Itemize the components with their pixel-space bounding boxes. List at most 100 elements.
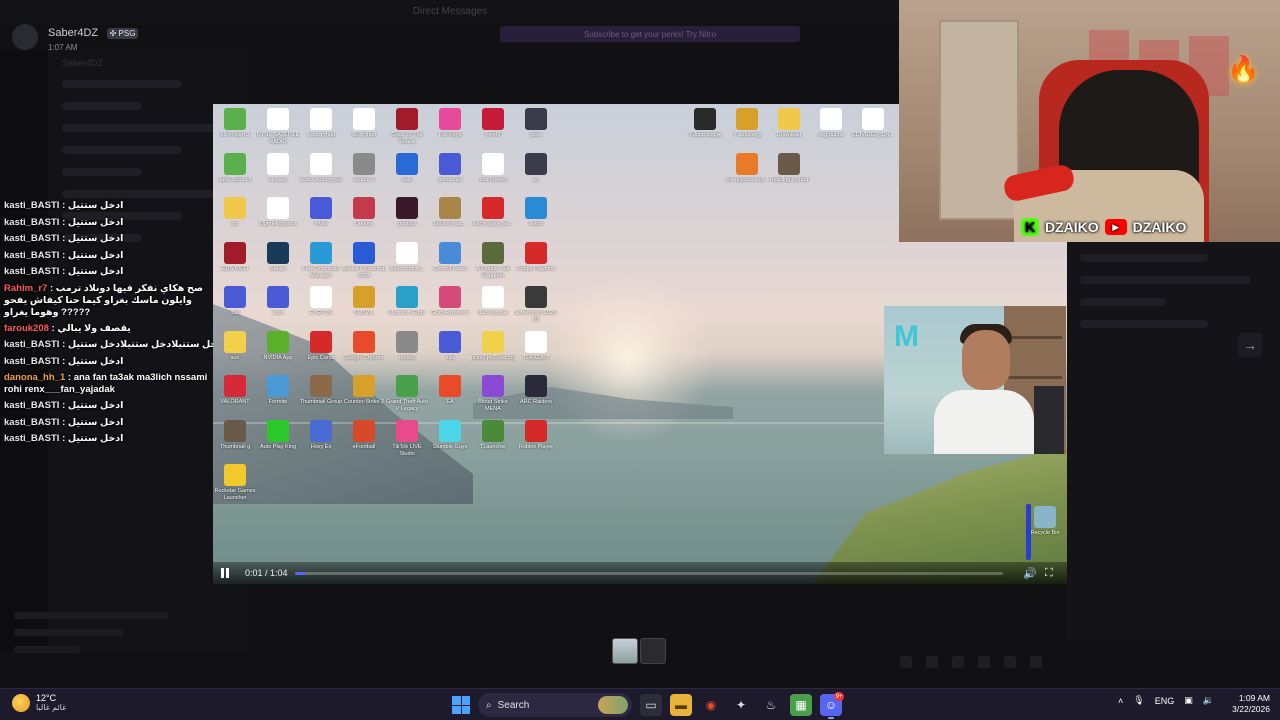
desktop-icon[interactable]: pcsx (514, 108, 558, 139)
desktop-icon[interactable]: Google Chrome (342, 330, 386, 362)
desktop-icon[interactable]: Roblox Player (514, 419, 558, 451)
desktop-icon[interactable]: Readlng.cryhud (767, 152, 811, 184)
desktop-icon[interactable]: A Plague Tale Requiem (471, 241, 515, 280)
desktop-icon[interactable]: advanced (428, 152, 472, 184)
desktop-icon[interactable]: NYNX SAVEFILE RADIO (256, 108, 300, 146)
desktop-icon[interactable]: zila (428, 330, 472, 362)
desktop-icon[interactable]: Y.dubs.dodge (683, 108, 727, 139)
desktop-icon[interactable]: 9k.sssy (256, 152, 300, 184)
desktop-icon[interactable]: Grab Anywhere (428, 286, 472, 317)
desktop-icon[interactable]: Y dubs.veg (725, 108, 769, 139)
chat-username[interactable]: kasti_BASTI (4, 233, 59, 244)
chat-username[interactable]: kasti_BASTI (4, 200, 59, 211)
task-view-icon[interactable]: ▭ (640, 694, 662, 716)
desktop-icon[interactable]: Gods Of The Forest (385, 108, 429, 146)
next-arrow-button[interactable]: → (1238, 333, 1262, 357)
desktop-icon[interactable]: Epic Cards (299, 330, 343, 362)
clock[interactable]: 1:09 AM 3/22/2026 (1222, 693, 1270, 715)
desktop-icon[interactable]: source 2 (342, 152, 386, 184)
desktop-icon[interactable]: Rockstar Games Launcher (213, 464, 257, 502)
volume-icon[interactable]: 🔊 (1023, 567, 1037, 580)
desktop-icon[interactable]: eFootball (342, 419, 386, 451)
desktop-icon[interactable]: videocraftcry... (385, 241, 429, 273)
desktop-icon[interactable]: VALORANT (213, 375, 257, 406)
desktop-icon[interactable]: Java Studio 5 (213, 152, 257, 184)
avatar[interactable] (12, 24, 38, 50)
speaker-icon[interactable]: 🔉 (1203, 695, 1214, 706)
desktop-icon[interactable]: obs.cryhud (471, 152, 515, 184)
chat-username[interactable]: kasti_BASTI (4, 339, 59, 350)
network-icon[interactable]: ▣ (1184, 695, 1193, 706)
file-explorer-icon[interactable]: ▬ (670, 694, 692, 716)
chat-username[interactable]: kasti_BASTI (4, 356, 59, 367)
desktop-icon[interactable]: EDIVIDEO_DN... (851, 108, 895, 139)
settings-app-icon[interactable]: ✦ (730, 694, 752, 716)
desktop-icon[interactable]: Thumbnail Group (299, 375, 343, 406)
desktop-icon[interactable]: FiveM (471, 108, 515, 139)
chat-username[interactable]: danona_hh_1 (4, 372, 65, 383)
start-icon[interactable] (452, 696, 470, 714)
desktop-icon[interactable]: x.txt.cryhud (299, 108, 343, 139)
desktop-icon[interactable]: pcsx2.ps2.hud.cryhud (471, 330, 515, 362)
language-indicator[interactable]: ENG (1155, 696, 1175, 706)
desktop-icon[interactable]: the ni3polo.hud... (725, 152, 769, 184)
fullscreen-icon[interactable]: ⛶ (1045, 567, 1053, 580)
discord-icon[interactable]: ☺ 9+ (820, 692, 844, 719)
dm-username[interactable]: Saber4DZ (48, 27, 98, 39)
desktop-icon[interactable]: EDIVIDEO (213, 241, 257, 273)
desktop-icon[interactable]: TEKKEN 7 (514, 330, 558, 362)
desktop-icon[interactable]: Blood Strike MENA (471, 375, 515, 413)
chat-username[interactable]: kasti_BASTI (4, 250, 59, 261)
desktop-icon[interactable]: veg.dubbs (809, 108, 853, 139)
desktop-icon[interactable]: SMSWL (342, 286, 386, 317)
stream-thumbnail[interactable] (640, 638, 666, 664)
desktop-icon[interactable]: sun (213, 330, 257, 362)
chat-username[interactable]: kasti_BASTI (4, 266, 59, 277)
desktop-icon[interactable]: Full Keys (428, 108, 472, 139)
desktop-icon[interactable]: Microsoft Edge (385, 286, 429, 317)
microphone-icon[interactable]: 🎙 (1133, 695, 1144, 706)
desktop-icon[interactable]: Invite (299, 197, 343, 228)
desktop-icon[interactable]: Mini Rush 3 (213, 108, 257, 139)
desktop-icon[interactable]: poppy2 (385, 197, 429, 228)
desktop-icon[interactable]: Poppy Playtime (514, 241, 558, 273)
desktop-icon[interactable]: Stumble Guys (428, 419, 472, 451)
desktop-icon[interactable]: dad (213, 286, 257, 317)
desktop-icon[interactable]: Grand Theft Auto V Legacy (385, 375, 429, 413)
app-icon[interactable]: ▦ (790, 694, 812, 716)
chevron-up-icon[interactable]: ˄ (1118, 696, 1123, 706)
desktop-icon[interactable]: Steam (256, 241, 300, 273)
desktop-icon[interactable]: dad.veg.bak (471, 286, 515, 317)
desktop-icon[interactable]: Screenshot 2026-02 (514, 286, 558, 324)
pause-icon[interactable] (221, 568, 231, 578)
desktop-icon[interactable]: TikTok LIVE Studio (385, 419, 429, 458)
desktop-icon[interactable]: slion (256, 286, 300, 317)
desktop-icon[interactable]: valo (385, 152, 429, 184)
taskbar-search[interactable]: ⌕ Search (478, 693, 632, 717)
desktop-icon[interactable]: Thumbnail g (213, 419, 257, 451)
desktop-icon[interactable]: Adobe Photoshop 2024 (342, 241, 386, 280)
chat-username[interactable]: kasti_BASTI (4, 217, 59, 228)
progress-bar[interactable] (295, 572, 1003, 575)
desktop-icon[interactable]: EYEPOS (299, 286, 343, 317)
desktop-icon[interactable]: Counter-Strike 2 (342, 375, 386, 406)
desktop-icon[interactable]: ARC Raiders (514, 375, 558, 406)
desktop-icon[interactable]: OpenHogwarts (256, 197, 300, 228)
desktop-icon[interactable]: fluent (514, 197, 558, 228)
desktop-icon[interactable]: pc (213, 197, 257, 228)
desktop-icon[interactable]: 8k.cryhud (342, 108, 386, 139)
steam-icon[interactable]: ♨ (760, 694, 782, 716)
desktop-icon[interactable]: NVIDIA App (256, 330, 300, 362)
desktop-icon[interactable]: back-for-up... (428, 197, 472, 228)
desktop-icon[interactable]: EA (428, 375, 472, 406)
chat-username[interactable]: kasti_BASTI (4, 417, 59, 428)
desktop-icon[interactable]: frame grey_be... (471, 197, 515, 228)
desktop-icon[interactable]: pc (514, 152, 558, 184)
chat-username[interactable]: kasti_BASTI (4, 433, 59, 444)
weather-widget[interactable]: 12°C غائم غالبا (12, 693, 66, 712)
desktop-icon[interactable]: TLauncher (471, 419, 515, 451)
desktop-icon[interactable]: Fortnite (256, 375, 300, 406)
chat-username[interactable]: farouk208 (4, 323, 49, 334)
chat-username[interactable]: kasti_BASTI (4, 400, 59, 411)
chrome-icon[interactable]: ◉ (700, 694, 722, 716)
